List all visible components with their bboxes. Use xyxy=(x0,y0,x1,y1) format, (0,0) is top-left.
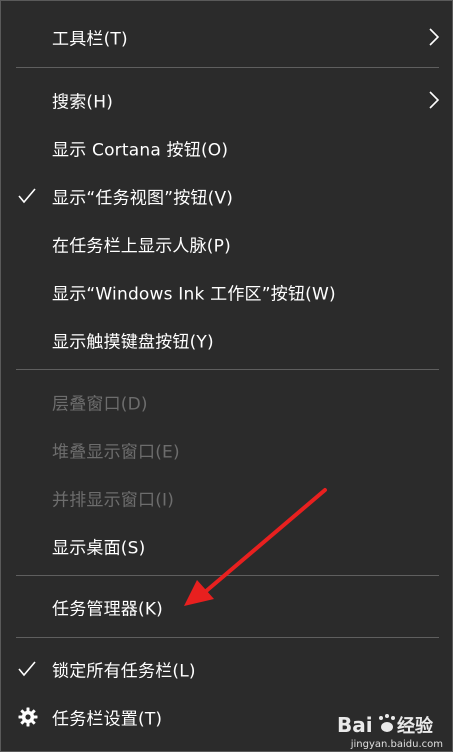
menu-separator xyxy=(16,67,439,68)
svg-text:Bai: Bai xyxy=(337,713,373,737)
svg-text:经验: 经验 xyxy=(397,715,434,737)
menu-item-label: 显示桌面(S) xyxy=(52,538,146,559)
menu-separator xyxy=(16,369,439,370)
menu-item-show-desktop[interactable]: 显示桌面(S) xyxy=(1,522,453,570)
menu-item-label: 堆叠显示窗口(E) xyxy=(52,442,180,463)
check-icon xyxy=(18,661,36,677)
menu-item-show-touch-keyboard-button[interactable]: 显示触摸键盘按钮(Y) xyxy=(1,316,453,364)
menu-item-label: 显示触摸键盘按钮(Y) xyxy=(52,332,214,353)
menu-item-label: 在任务栏上显示人脉(P) xyxy=(52,236,231,257)
menu-item-task-manager[interactable]: 任务管理器(K) xyxy=(1,583,453,631)
menu-item-show-people[interactable]: 在任务栏上显示人脉(P) xyxy=(1,220,453,268)
menu-item-label: 锁定所有任务栏(L) xyxy=(52,661,196,682)
chevron-right-icon xyxy=(429,91,440,109)
menu-item-search[interactable]: 搜索(H) xyxy=(1,76,453,124)
menu-item-lock-all-taskbars[interactable]: 锁定所有任务栏(L) xyxy=(1,645,453,693)
menu-item-show-cortana-button[interactable]: 显示 Cortana 按钮(O) xyxy=(1,124,453,172)
menu-item-show-windows-ink-button[interactable]: 显示“Windows Ink 工作区”按钮(W) xyxy=(1,268,453,316)
gear-icon xyxy=(18,707,38,727)
chevron-right-icon xyxy=(429,28,440,46)
menu-item-label: 任务管理器(K) xyxy=(52,599,164,620)
menu-separator xyxy=(16,575,439,576)
menu-item-cascade-windows: 层叠窗口(D) xyxy=(1,378,453,426)
menu-item-label: 显示“Windows Ink 工作区”按钮(W) xyxy=(52,284,336,305)
check-icon xyxy=(18,188,36,204)
menu-item-label: 工具栏(T) xyxy=(52,29,128,50)
menu-item-label: 搜索(H) xyxy=(52,92,114,113)
menu-item-label: 显示 Cortana 按钮(O) xyxy=(52,140,229,161)
menu-item-toolbars[interactable]: 工具栏(T) xyxy=(1,13,453,61)
menu-item-side-by-side-windows: 并排显示窗口(I) xyxy=(1,474,453,522)
menu-item-label: 并排显示窗口(I) xyxy=(52,490,175,511)
taskbar-context-menu: 工具栏(T) 搜索(H) 显示 Cortana 按钮(O) 显示“任务视图”按钮… xyxy=(0,0,453,752)
menu-item-label: 任务栏设置(T) xyxy=(52,709,163,730)
menu-item-label: 显示“任务视图”按钮(V) xyxy=(52,188,234,209)
menu-item-stack-windows: 堆叠显示窗口(E) xyxy=(1,426,453,474)
menu-item-show-task-view-button[interactable]: 显示“任务视图”按钮(V) xyxy=(1,172,453,220)
watermark-subtext: jingyan.baidu.com xyxy=(350,739,443,750)
menu-item-label: 层叠窗口(D) xyxy=(52,394,148,415)
menu-separator xyxy=(16,637,439,638)
